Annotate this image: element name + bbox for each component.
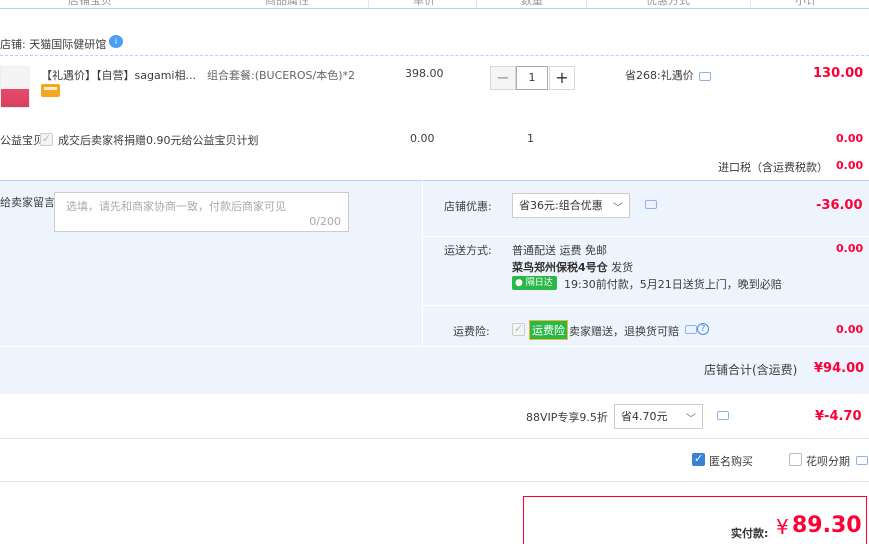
insurance-checkbox xyxy=(512,322,525,336)
qty-minus-button[interactable]: − xyxy=(490,66,516,90)
store-row: 店铺: 天猫国际健研馆 xyxy=(0,36,106,52)
message-placeholder: 选填，请先和商家协商一致，付款后商家可见 xyxy=(66,200,286,213)
pay-currency: ¥ xyxy=(776,515,789,539)
charity-subtotal: 0.00 xyxy=(836,132,864,145)
message-label: 给卖家留言: xyxy=(0,196,59,209)
charity-text: 成交后卖家将捐赠0.90元给公益宝贝计划 xyxy=(58,134,259,147)
pay-amount: 89.30 xyxy=(792,513,862,538)
pay-summary-box: 实付款: ¥ 89.30 xyxy=(523,496,867,544)
shipping-value: 0.00 xyxy=(836,242,864,255)
store-label: 店铺: xyxy=(0,38,26,51)
store-total-label: 店铺合计(含运费) xyxy=(704,363,798,377)
header-store: 店铺宝贝 xyxy=(68,0,112,7)
vip-chat-icon[interactable] xyxy=(717,411,729,420)
item-promo: 省268:礼遇价 xyxy=(625,69,694,82)
shipping-eta: 19:30前付款，5月21日送货上门，晚到必赔 xyxy=(564,278,782,291)
store-name[interactable]: 天猫国际健研馆 xyxy=(29,38,106,51)
charity-price: 0.00 xyxy=(410,132,435,145)
next-day-badge: ● 隔日达 xyxy=(512,276,557,290)
chevron-down-icon: ﹀ xyxy=(613,203,623,214)
insurance-chat-icon[interactable] xyxy=(685,325,697,334)
vip-value: ¥-4.70 xyxy=(815,409,862,424)
header-subtotal: 小计 xyxy=(795,0,817,7)
qty-input[interactable]: 1 xyxy=(516,66,548,90)
promo-chat-icon[interactable] xyxy=(699,72,711,81)
discount-select[interactable]: 省36元:组合优惠 ﹀ xyxy=(512,193,630,218)
installment-chat-icon[interactable] xyxy=(856,456,868,465)
insurance-value: 0.00 xyxy=(836,323,864,336)
discount-value: -36.00 xyxy=(816,198,863,213)
anonymous-checkbox[interactable] xyxy=(692,452,705,466)
header-price: 单价 xyxy=(413,0,435,7)
vip-select[interactable]: 省4.70元 ﹀ xyxy=(614,404,703,429)
message-count: 0/200 xyxy=(309,215,341,228)
tax-value: 0.00 xyxy=(836,159,864,172)
header-qty: 数量 xyxy=(521,0,543,7)
card-icon xyxy=(41,84,60,97)
qty-plus-button[interactable]: + xyxy=(549,66,575,90)
header-promo: 优惠方式 xyxy=(646,0,690,7)
charity-qty: 1 xyxy=(527,132,534,145)
pay-label: 实付款: xyxy=(731,527,769,540)
header-attr: 商品属性 xyxy=(265,0,309,7)
discount-chat-icon[interactable] xyxy=(645,200,657,209)
tax-label: 进口税（含运费税款） xyxy=(718,161,828,174)
store-total-value: ¥94.00 xyxy=(814,361,865,376)
store-wangwang-icon[interactable]: i xyxy=(109,35,123,48)
item-thumbnail[interactable] xyxy=(0,66,30,108)
insurance-text: 卖家赠送，退换货可赔 xyxy=(569,325,679,338)
help-icon[interactable]: ? xyxy=(697,323,709,335)
installment-label[interactable]: 花呗分期 xyxy=(806,453,850,469)
message-textarea[interactable]: 选填，请先和商家协商一致，付款后商家可见 0/200 xyxy=(54,192,349,232)
item-title[interactable]: 【礼遇价】【自营】sagami相... xyxy=(41,67,196,83)
item-attr: 组合套餐:(BUCEROS/本色)*2 xyxy=(207,69,356,82)
item-price: 398.00 xyxy=(405,67,444,80)
insurance-label: 运费险: xyxy=(453,325,490,338)
vip-label: 88VIP专享9.5折 xyxy=(526,411,608,424)
shipping-method: 普通配送 运费 免邮 xyxy=(512,244,607,257)
chevron-down-icon: ﹀ xyxy=(686,414,696,425)
charity-checkbox xyxy=(40,132,53,146)
insurance-badge: 运费险 xyxy=(529,320,568,340)
discount-label: 店铺优惠: xyxy=(444,200,492,213)
shipping-label: 运送方式: xyxy=(444,244,492,257)
shipping-origin: 菜鸟郑州保税4号仓 发货 xyxy=(512,261,634,274)
anonymous-label[interactable]: 匿名购买 xyxy=(709,453,753,469)
item-subtotal: 130.00 xyxy=(813,66,864,81)
charity-label: 公益宝贝 xyxy=(0,134,44,147)
installment-checkbox[interactable] xyxy=(789,453,802,466)
